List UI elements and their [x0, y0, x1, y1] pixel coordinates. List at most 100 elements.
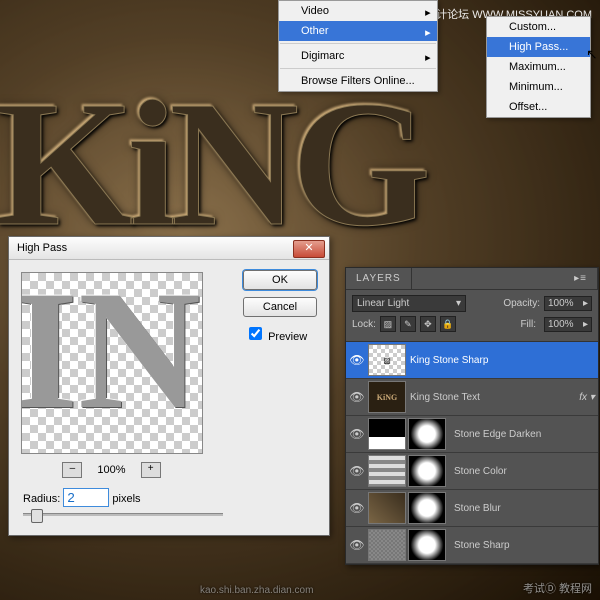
layers-list: 👁 ▨ King Stone Sharp 👁 KiNG King Stone T… — [346, 342, 598, 564]
cursor-icon: ↖ — [586, 46, 598, 63]
layer-name: Stone Sharp — [452, 540, 598, 551]
layer-name: Stone Edge Darken — [452, 429, 598, 440]
layers-panel-header: LAYERS ▸≡ — [346, 268, 598, 290]
layer-thumbnail[interactable] — [368, 492, 406, 524]
opacity-input[interactable]: 100% ▸ — [544, 296, 592, 311]
visibility-icon[interactable]: 👁 — [346, 427, 368, 441]
slider-thumb[interactable] — [31, 509, 43, 523]
layer-mask-thumbnail[interactable] — [408, 529, 446, 561]
radius-input[interactable] — [63, 488, 109, 507]
submenu-label: Maximum... — [509, 61, 566, 73]
radius-label: Radius: — [23, 493, 60, 505]
lock-label: Lock: — [352, 319, 376, 330]
filter-preview[interactable]: IN — [21, 272, 203, 454]
layer-thumbnail[interactable]: KiNG — [368, 381, 406, 413]
fill-value: 100% — [548, 319, 574, 330]
zoom-level: 100% — [97, 464, 125, 476]
submenu-label: Custom... — [509, 21, 556, 33]
opacity-value: 100% — [548, 298, 574, 309]
close-button[interactable]: ✕ — [293, 240, 325, 258]
menu-item-digimarc[interactable]: Digimarc ▸ — [279, 46, 437, 66]
fill-input[interactable]: 100% ▸ — [544, 317, 592, 332]
filter-menu[interactable]: Video ▸ Other ▸ Digimarc ▸ Browse Filters O… — [278, 0, 438, 92]
menu-separator — [280, 43, 436, 44]
watermark-bottom-right: 考试Ⓓ 教程网 — [523, 580, 592, 596]
watermark-bottom-left: kao.shi.ban.zha.dian.com — [200, 585, 313, 596]
layer-thumbnail[interactable] — [368, 529, 406, 561]
menu-label: Video — [301, 5, 329, 17]
lock-all-icon[interactable]: 🔒 — [440, 316, 456, 332]
submenu-item-high-pass[interactable]: High Pass... — [487, 37, 590, 57]
layer-name: King Stone Text — [408, 392, 576, 403]
preview-checkbox-label: Preview — [268, 331, 307, 343]
menu-item-other[interactable]: Other ▸ — [279, 21, 437, 41]
opacity-label: Opacity: — [503, 298, 540, 309]
layer-fx-icon[interactable]: fx ▾ — [576, 392, 598, 403]
layer-mask-thumbnail[interactable] — [408, 455, 446, 487]
layers-panel: LAYERS ▸≡ Linear Light▾ Opacity: 100% ▸ L… — [345, 267, 599, 565]
visibility-icon[interactable]: 👁 — [346, 501, 368, 515]
chevron-right-icon: ▸ — [583, 319, 588, 330]
layer-thumbnail[interactable] — [368, 455, 406, 487]
lock-position-icon[interactable]: ✥ — [420, 316, 436, 332]
zoom-controls: – 100% + — [19, 458, 204, 482]
menu-separator — [280, 68, 436, 69]
layer-name: King Stone Sharp — [408, 355, 598, 366]
layer-mask-thumbnail[interactable] — [408, 492, 446, 524]
chevron-right-icon: ▸ — [425, 6, 431, 19]
menu-label: Digimarc — [301, 50, 344, 62]
preview-content: IN — [21, 272, 201, 448]
visibility-icon[interactable]: 👁 — [346, 353, 368, 367]
submenu-label: Offset... — [509, 101, 547, 113]
blend-mode-value: Linear Light — [357, 298, 409, 309]
visibility-icon[interactable]: 👁 — [346, 390, 368, 404]
chevron-right-icon: ▸ — [583, 298, 588, 309]
close-icon: ✕ — [304, 242, 313, 254]
chevron-right-icon: ▸ — [425, 51, 431, 64]
menu-item-video[interactable]: Video ▸ — [279, 1, 437, 21]
preview-checkbox[interactable] — [249, 327, 262, 340]
filter-submenu-other[interactable]: Custom... High Pass... Maximum... Minimu… — [486, 16, 591, 118]
radius-unit: pixels — [112, 493, 140, 505]
layer-row[interactable]: 👁 Stone Edge Darken — [346, 416, 598, 453]
layers-tab-label[interactable]: LAYERS — [346, 268, 412, 289]
panel-menu-icon[interactable]: ▸≡ — [564, 268, 598, 289]
submenu-label: High Pass... — [509, 41, 568, 53]
submenu-label: Minimum... — [509, 81, 563, 93]
dialog-titlebar[interactable]: High Pass ✕ — [9, 237, 329, 260]
chevron-right-icon: ▸ — [425, 26, 431, 39]
preview-checkbox-row: Preview — [245, 324, 317, 343]
layer-name: Stone Color — [452, 466, 598, 477]
submenu-item-minimum[interactable]: Minimum... — [487, 77, 590, 97]
layer-row[interactable]: 👁 Stone Sharp — [346, 527, 598, 564]
visibility-icon[interactable]: 👁 — [346, 464, 368, 478]
high-pass-dialog: High Pass ✕ IN – 100% + OK Cancel Previe… — [8, 236, 330, 536]
menu-label: Browse Filters Online... — [301, 75, 415, 87]
layer-row[interactable]: 👁 Stone Blur — [346, 490, 598, 527]
fill-label: Fill: — [520, 319, 536, 330]
visibility-icon[interactable]: 👁 — [346, 538, 368, 552]
submenu-item-maximum[interactable]: Maximum... — [487, 57, 590, 77]
radius-slider[interactable] — [23, 513, 223, 517]
menu-item-browse-filters[interactable]: Browse Filters Online... — [279, 71, 437, 91]
layer-row[interactable]: 👁 KiNG King Stone Text fx ▾ — [346, 379, 598, 416]
radius-row: Radius: pixels — [19, 482, 319, 507]
layer-row[interactable]: 👁 Stone Color — [346, 453, 598, 490]
dialog-title: High Pass — [17, 242, 67, 254]
zoom-out-button[interactable]: – — [62, 462, 82, 478]
ok-button[interactable]: OK — [243, 270, 317, 290]
submenu-item-offset[interactable]: Offset... — [487, 97, 590, 117]
layer-name: Stone Blur — [452, 503, 598, 514]
submenu-item-custom[interactable]: Custom... — [487, 17, 590, 37]
layer-row[interactable]: 👁 ▨ King Stone Sharp — [346, 342, 598, 379]
lock-pixels-icon[interactable]: ✎ — [400, 316, 416, 332]
layer-mask-thumbnail[interactable] — [408, 418, 446, 450]
layer-thumbnail[interactable]: ▨ — [368, 344, 406, 376]
zoom-in-button[interactable]: + — [141, 462, 161, 478]
layer-thumbnail[interactable] — [368, 418, 406, 450]
slider-track — [23, 513, 223, 516]
cancel-button[interactable]: Cancel — [243, 297, 317, 317]
blend-mode-select[interactable]: Linear Light▾ — [352, 295, 466, 312]
menu-label: Other — [301, 25, 329, 37]
lock-transparency-icon[interactable]: ▨ — [380, 316, 396, 332]
